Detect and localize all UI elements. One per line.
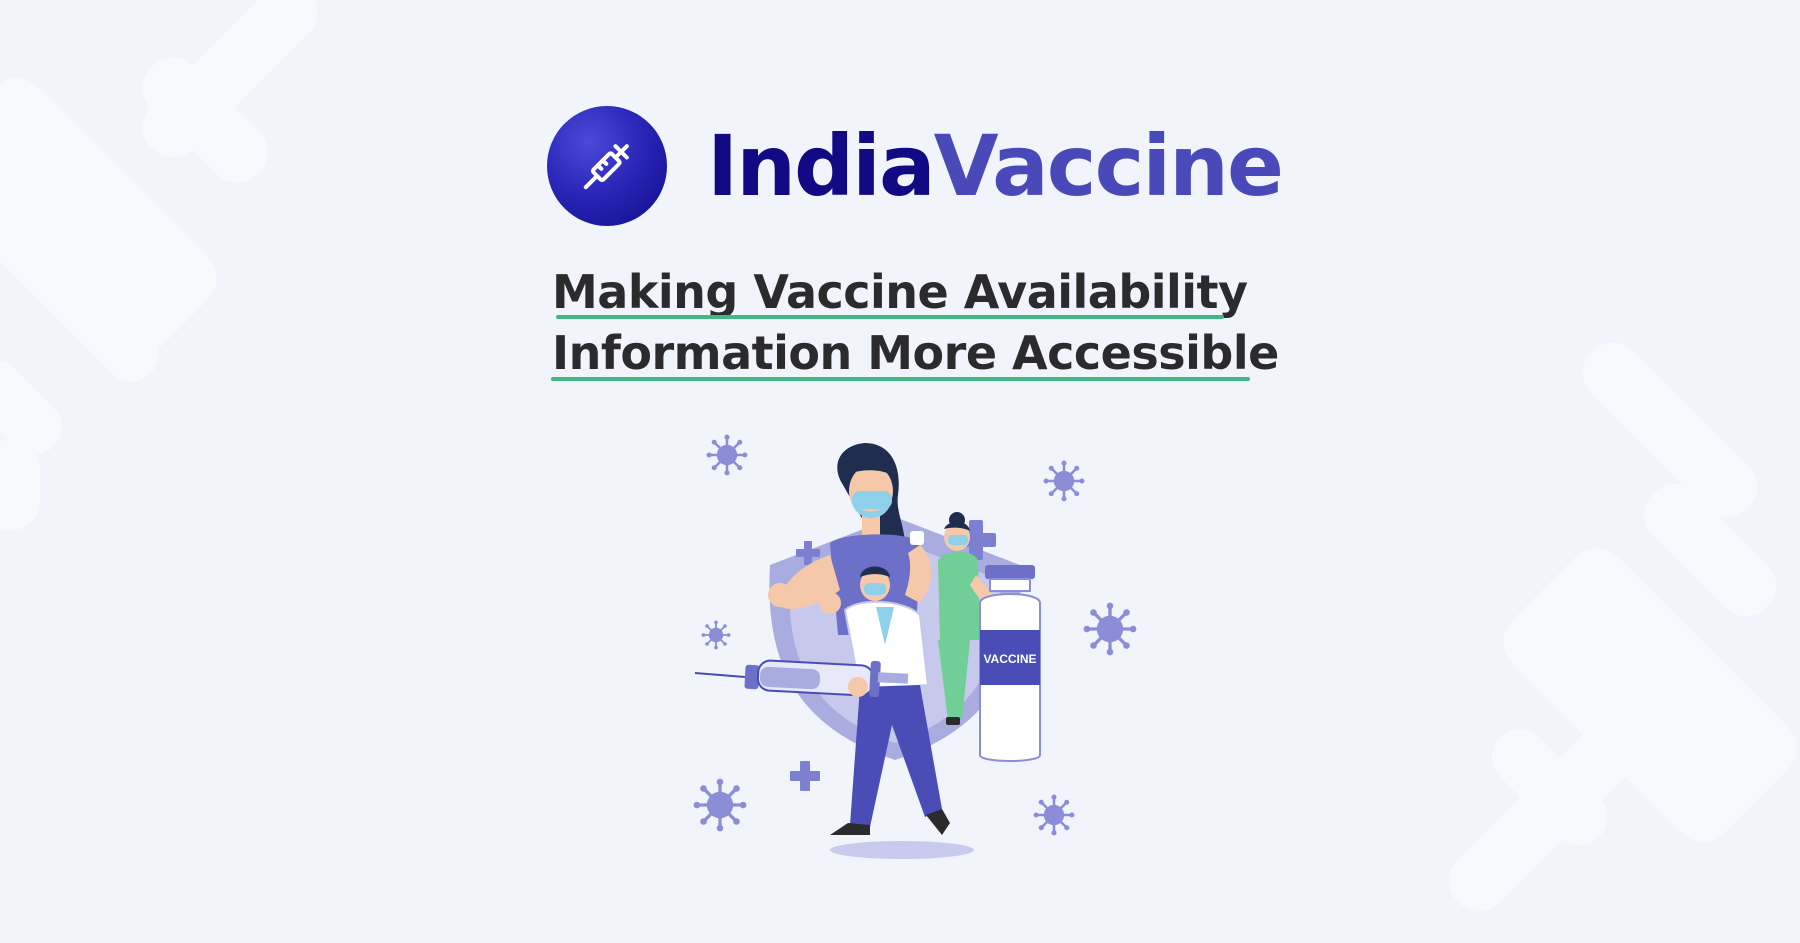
syringe-icon <box>694 659 909 698</box>
brand-logo: IndiaVaccine <box>547 106 1284 226</box>
logo-badge <box>547 106 667 226</box>
vaccination-illustration: VACCINE <box>691 433 1139 859</box>
syringe-icon <box>583 144 629 190</box>
virus-icon <box>691 776 749 834</box>
tagline-line-1: Making Vaccine Availability <box>552 265 1248 319</box>
tagline-underline-2 <box>551 377 1250 381</box>
virus-icon <box>700 619 732 651</box>
brand-name-part2: Vaccine <box>933 117 1284 215</box>
plus-icon <box>790 761 820 791</box>
tagline-line-2: Information More Accessible <box>552 326 1279 380</box>
virus-icon <box>1081 600 1139 658</box>
virus-icon <box>1032 793 1076 837</box>
tagline: Making Vaccine Availability Information … <box>552 262 1279 384</box>
virus-icon <box>1042 459 1086 503</box>
brand-name-part1: India <box>707 117 936 215</box>
virus-icon <box>705 433 749 477</box>
vial-label: VACCINE <box>983 652 1036 666</box>
brand-name: IndiaVaccine <box>707 124 1284 208</box>
tagline-underline-1 <box>556 315 1224 319</box>
